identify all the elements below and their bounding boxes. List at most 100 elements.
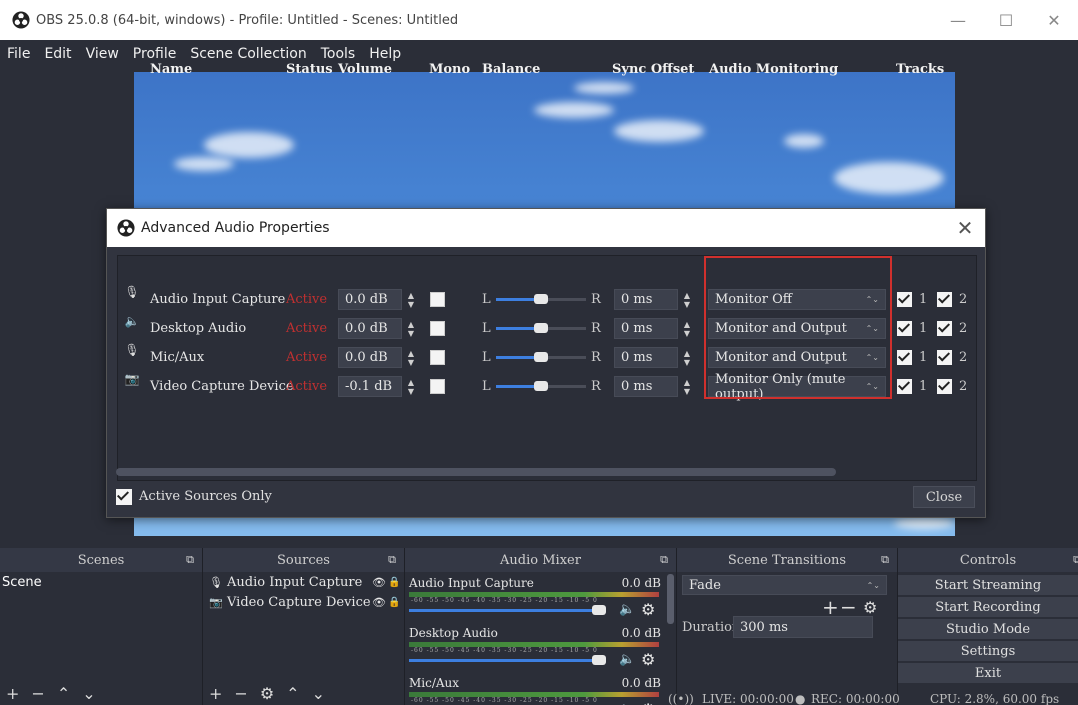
volume-slider-fill[interactable] bbox=[409, 609, 599, 612]
eye-icon[interactable]: 👁 bbox=[372, 576, 388, 589]
balance-right-label: R bbox=[591, 292, 601, 307]
track-2-label: 2 bbox=[959, 292, 968, 307]
balance-slider-handle[interactable] bbox=[534, 294, 548, 304]
sync-offset-input[interactable]: 0 ms bbox=[614, 347, 678, 368]
gear-icon[interactable]: ⚙ bbox=[260, 684, 274, 703]
transition-select-value: Fade bbox=[689, 577, 721, 593]
duration-input[interactable]: 300 ms bbox=[733, 616, 873, 638]
maximize-button[interactable]: ☐ bbox=[982, 0, 1030, 40]
cpu-fps-status: CPU: 2.8%, 60.00 fps bbox=[930, 692, 1060, 705]
volume-input[interactable]: -0.1 dB bbox=[338, 376, 402, 397]
mixer-channel: Audio Input Capture 0.0 dB -60 -55 -50 -45… bbox=[405, 576, 667, 624]
menu-tools[interactable]: Tools bbox=[314, 46, 363, 62]
scenes-dock-toolbar: + − ⌃ ⌄ bbox=[0, 681, 202, 705]
list-item[interactable]: Scene bbox=[0, 572, 202, 592]
mixer-scrollbar[interactable] bbox=[667, 574, 674, 624]
header-status: Status bbox=[286, 62, 333, 77]
list-item[interactable]: 🎙 Audio Input Capture 👁 🔒 bbox=[203, 572, 404, 592]
menu-file[interactable]: File bbox=[0, 46, 37, 62]
meter-ticks: -60 -55 -50 -45 -40 -35 -30 -25 -20 -15 … bbox=[411, 647, 598, 654]
volume-input[interactable]: 0.0 dB bbox=[338, 347, 402, 368]
volume-input[interactable]: 0.0 dB bbox=[338, 289, 402, 310]
sync-stepper-icon[interactable]: ▲ ▼ bbox=[680, 289, 694, 310]
scene-transitions-dock-header: Scene Transitions ⧉ bbox=[677, 548, 897, 572]
start-streaming-button[interactable]: Start Streaming bbox=[898, 575, 1078, 596]
move-up-icon[interactable]: ⌃ bbox=[286, 684, 299, 703]
header-audio-monitoring: Audio Monitoring bbox=[709, 62, 839, 77]
track-2-checkbox[interactable] bbox=[937, 321, 952, 336]
sync-offset-input[interactable]: 0 ms bbox=[614, 318, 678, 339]
speaker-icon[interactable]: 🔈 bbox=[619, 602, 635, 617]
volume-stepper-icon[interactable]: ▲ ▼ bbox=[404, 289, 418, 310]
track-2-checkbox[interactable] bbox=[937, 350, 952, 365]
menu-view[interactable]: View bbox=[79, 46, 126, 62]
mono-checkbox[interactable] bbox=[430, 321, 445, 336]
gear-icon[interactable]: ⚙ bbox=[641, 600, 655, 619]
sync-stepper-icon[interactable]: ▲ ▼ bbox=[680, 318, 694, 339]
volume-stepper-icon[interactable]: ▲ ▼ bbox=[404, 376, 418, 397]
volume-slider-handle[interactable] bbox=[592, 655, 606, 665]
undock-icon[interactable]: ⧉ bbox=[881, 553, 889, 567]
sync-stepper-icon[interactable]: ▲ ▼ bbox=[680, 376, 694, 397]
header-volume: Volume bbox=[338, 62, 392, 77]
add-icon[interactable]: + bbox=[209, 684, 222, 703]
add-icon[interactable]: + bbox=[6, 684, 19, 703]
remove-icon[interactable]: − bbox=[31, 684, 44, 703]
volume-slider-fill[interactable] bbox=[409, 659, 599, 662]
track-1-checkbox[interactable] bbox=[897, 350, 912, 365]
menu-edit[interactable]: Edit bbox=[37, 46, 78, 62]
track-1-checkbox[interactable] bbox=[897, 379, 912, 394]
remove-icon[interactable]: − bbox=[234, 684, 247, 703]
eye-icon[interactable]: 👁 bbox=[372, 596, 388, 609]
mono-checkbox[interactable] bbox=[430, 292, 445, 307]
balance-slider-handle[interactable] bbox=[534, 323, 548, 333]
sync-stepper-icon[interactable]: ▲ ▼ bbox=[680, 347, 694, 368]
menu-scene-collection[interactable]: Scene Collection bbox=[183, 46, 313, 62]
horizontal-scrollbar[interactable] bbox=[116, 468, 836, 476]
speaker-icon[interactable]: 🔈 bbox=[619, 652, 635, 667]
move-down-icon[interactable]: ⌄ bbox=[312, 684, 325, 703]
track-1-checkbox[interactable] bbox=[897, 321, 912, 336]
active-sources-only-checkbox[interactable] bbox=[116, 489, 132, 505]
gear-icon[interactable]: ⚙ bbox=[863, 598, 877, 617]
undock-icon[interactable]: ⧉ bbox=[1073, 553, 1078, 567]
source-name: Mic/Aux bbox=[150, 350, 205, 365]
move-down-icon[interactable]: ⌄ bbox=[82, 684, 95, 703]
gear-icon[interactable]: ⚙ bbox=[641, 700, 655, 705]
lock-icon[interactable]: 🔒 bbox=[388, 597, 404, 608]
balance-slider-handle[interactable] bbox=[534, 352, 548, 362]
close-window-button[interactable]: ✕ bbox=[1030, 0, 1078, 40]
sync-offset-input[interactable]: 0 ms bbox=[614, 376, 678, 397]
source-name: Audio Input Capture bbox=[150, 292, 286, 307]
menu-profile[interactable]: Profile bbox=[126, 46, 184, 62]
mono-checkbox[interactable] bbox=[430, 379, 445, 394]
balance-slider-handle[interactable] bbox=[534, 381, 548, 391]
undock-icon[interactable]: ⧉ bbox=[660, 553, 668, 567]
settings-button[interactable]: Settings bbox=[898, 641, 1078, 662]
dialog-close-icon[interactable]: ✕ bbox=[945, 216, 985, 240]
undock-icon[interactable]: ⧉ bbox=[388, 553, 396, 567]
volume-input[interactable]: 0.0 dB bbox=[338, 318, 402, 339]
track-2-checkbox[interactable] bbox=[937, 379, 952, 394]
track-1-checkbox[interactable] bbox=[897, 292, 912, 307]
source-name: Video Capture Device bbox=[150, 379, 294, 394]
mono-checkbox[interactable] bbox=[430, 350, 445, 365]
lock-icon[interactable]: 🔒 bbox=[388, 577, 404, 588]
exit-button[interactable]: Exit bbox=[898, 663, 1078, 684]
undock-icon[interactable]: ⧉ bbox=[186, 553, 194, 567]
track-2-checkbox[interactable] bbox=[937, 292, 952, 307]
volume-stepper-icon[interactable]: ▲ ▼ bbox=[404, 318, 418, 339]
minimize-button[interactable]: — bbox=[934, 0, 982, 40]
volume-stepper-icon[interactable]: ▲ ▼ bbox=[404, 347, 418, 368]
list-item[interactable]: 📷 Video Capture Device 👁 🔒 bbox=[203, 592, 404, 612]
menu-help[interactable]: Help bbox=[362, 46, 408, 62]
gear-icon[interactable]: ⚙ bbox=[641, 650, 655, 669]
volume-slider-handle[interactable] bbox=[592, 605, 606, 615]
studio-mode-button[interactable]: Studio Mode bbox=[898, 619, 1078, 640]
start-recording-button[interactable]: Start Recording bbox=[898, 597, 1078, 618]
transition-select[interactable]: Fade ⌃⌄ bbox=[682, 575, 887, 595]
sync-offset-input[interactable]: 0 ms bbox=[614, 289, 678, 310]
dialog-close-button[interactable]: Close bbox=[913, 486, 975, 508]
move-up-icon[interactable]: ⌃ bbox=[57, 684, 70, 703]
microphone-icon: 🎙 bbox=[124, 285, 140, 299]
